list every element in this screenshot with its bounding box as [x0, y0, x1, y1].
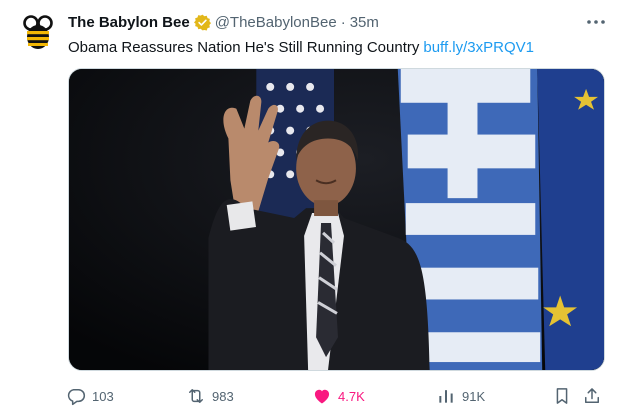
heart-icon	[312, 386, 332, 406]
retweet-count: 983	[212, 388, 234, 404]
timestamp[interactable]: 35m	[350, 14, 379, 31]
views-count: 91K	[462, 388, 486, 404]
tweet-actions: 103 983 4.7K 91K	[66, 384, 606, 408]
author-name[interactable]: The Babylon Bee	[68, 14, 190, 31]
author-handle[interactable]: @TheBabylonBee	[215, 14, 337, 31]
share-button[interactable]	[582, 384, 602, 408]
views-button[interactable]: 91K	[436, 384, 485, 408]
tweet-text-body: Obama Reassures Nation He's Still Runnin…	[68, 39, 420, 56]
tweet-text: Obama Reassures Nation He's Still Runnin…	[68, 38, 534, 58]
tweet-media-image[interactable]	[68, 68, 605, 371]
tweet-header: The Babylon Bee @TheBabylonBee · 35m	[68, 12, 379, 32]
bookmark-button[interactable]	[552, 384, 572, 408]
bee-logo-icon	[23, 15, 53, 49]
bookmark-icon	[552, 386, 572, 406]
like-button[interactable]: 4.7K	[312, 384, 365, 408]
like-count: 4.7K	[338, 388, 365, 404]
reply-icon	[66, 386, 86, 406]
separator-dot: ·	[340, 13, 346, 31]
tweet-link[interactable]: buff.ly/3xPRQV1	[423, 39, 534, 56]
reply-button[interactable]: 103	[66, 384, 114, 408]
avatar[interactable]	[18, 12, 58, 52]
tweet-card[interactable]: The Babylon Bee @TheBabylonBee · 35m Oba…	[0, 0, 636, 420]
gold-verified-badge-icon	[193, 14, 211, 31]
share-icon	[582, 386, 602, 406]
retweet-icon	[186, 386, 206, 406]
eu-flag	[537, 69, 604, 370]
views-icon	[436, 386, 456, 406]
reply-count: 103	[92, 388, 114, 404]
retweet-button[interactable]: 983	[186, 384, 234, 408]
more-options-icon[interactable]	[584, 12, 608, 32]
